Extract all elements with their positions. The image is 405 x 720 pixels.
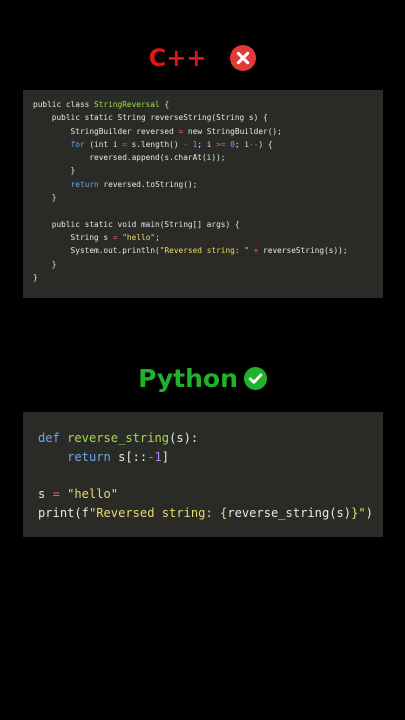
code-token: public static void main(String[] args) { [33,219,240,229]
code-token: } [33,166,76,176]
code-token: StringReversal [94,100,160,109]
code-line: } [33,191,383,204]
code-line: StringBuilder reversed = new StringBuild… [33,125,383,138]
code-line: return s[::-1] [38,448,383,467]
code-token: System.out.println( [33,246,160,256]
code-token: reversed.append(s.charAt(i)); [33,153,226,163]
code-line: reversed.append(s.charAt(i)); [33,151,383,164]
code-line: System.out.println("Reversed string: " +… [33,244,383,257]
code-token: reverse_string [67,431,170,445]
code-line: String s = "hello"; [33,231,383,244]
code-token: print(f [38,506,89,521]
code-token: new StringBuilder(); [183,126,282,136]
code-line: for (int i = s.length() - 1; i >= 0; i--… [33,138,383,151]
code-token: (int i [84,139,123,149]
code-token: reversed.toString(); [98,179,198,189]
code-token: }" [351,506,366,521]
cpp-title: C++ [148,44,207,72]
code-line: } [33,258,383,271]
code-token: public static String reverseString(Strin… [33,113,268,123]
code-token: "Reversed string: " [159,246,249,256]
code-line: public static String reverseString(Strin… [33,111,383,124]
code-token: StringBuilder reversed [33,126,179,136]
code-token: } [33,272,38,282]
code-line: print(f"Reversed string: {reverse_string… [38,504,383,523]
code-token: "hello" [122,232,156,242]
code-token: >= [216,139,226,149]
code-token: s[:: [110,449,148,464]
code-token: for [70,139,85,149]
code-token: ) [365,506,373,521]
cpp-heading: C++ [0,40,405,76]
python-code-block: def reverse_string(s): return s[::-1]s =… [23,412,383,537]
code-token: } [33,259,57,269]
code-token: - [147,449,155,464]
code-token: reverse_string(s) [227,506,352,521]
code-token: def [38,431,60,445]
code-line: public class StringReversal { [33,98,383,111]
code-line: } [33,271,383,284]
code-token: public class [33,100,95,109]
code-token: reverseString(s)); [258,246,348,256]
code-token: } [33,193,57,203]
code-token: "Reversed string: { [88,506,228,521]
code-token: ; i [197,139,217,149]
code-token: ; [155,232,160,242]
code-line: return reversed.toString(); [33,178,383,191]
x-circle-icon [230,45,257,71]
code-token: "hello" [67,487,119,502]
code-line: public static void main(String[] args) { [33,218,383,231]
check-circle-icon [243,366,267,390]
code-token: (s): [169,431,199,445]
code-token: { [159,100,170,109]
code-line: s = "hello" [38,485,383,504]
code-token: ] [161,449,170,464]
code-token: ) { [258,139,273,149]
code-token: ; i [234,139,250,149]
code-token: = [52,487,60,502]
code-token: 1 [154,449,162,464]
code-line: } [33,164,383,177]
python-title: Python [138,363,238,393]
code-token: return [67,449,111,464]
code-token: String s [33,232,113,242]
code-token: s [38,487,53,502]
code-token: return [70,179,99,189]
python-heading: Python [0,360,405,396]
code-token: s.length() [126,139,184,149]
java-code-block: public class StringReversal { public sta… [23,90,383,298]
code-line: def reverse_string(s): [38,429,383,448]
